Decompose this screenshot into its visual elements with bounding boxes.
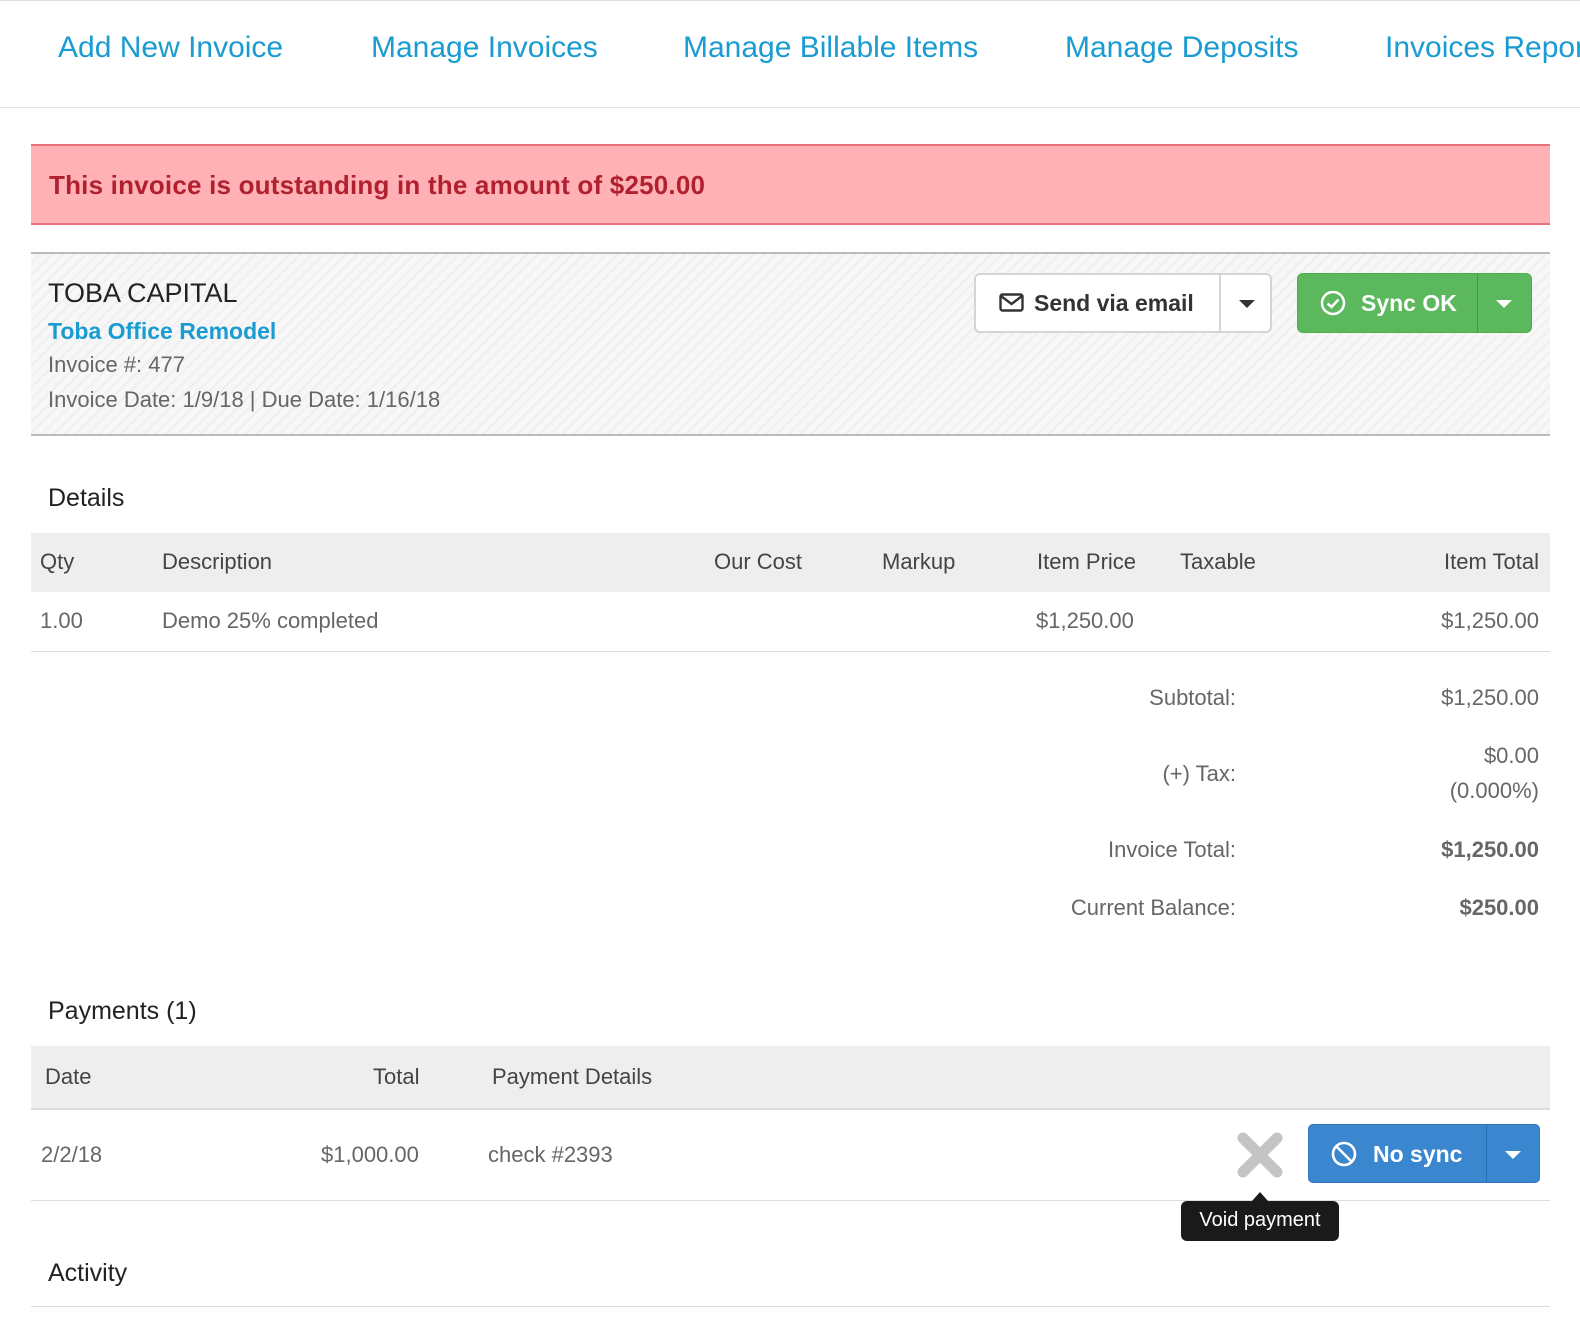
button-divider: [1486, 1125, 1487, 1182]
current-balance-value: $250.00: [1459, 895, 1539, 920]
button-divider: [1477, 274, 1478, 332]
tax-amount: $0.00: [1483, 743, 1539, 768]
details-title: Details: [48, 484, 125, 512]
divider: [31, 1306, 1550, 1307]
row-item-price: $1,250.00: [1036, 608, 1134, 633]
payment-date: 2/2/18: [41, 1142, 103, 1167]
row-item-total: $1,250.00: [1441, 608, 1539, 633]
nav-manage-invoices[interactable]: Manage Invoices: [371, 31, 598, 65]
ban-icon: [1331, 1141, 1357, 1167]
chevron-down-icon[interactable]: [1496, 300, 1512, 308]
col-item-price: Item Price: [1037, 549, 1137, 574]
invoice-number: Invoice #: 477: [48, 352, 185, 377]
send-email-split-button: Send via email: [974, 273, 1272, 333]
void-payment-tooltip: Void payment: [1181, 1201, 1339, 1241]
col-our-cost: Our Cost: [714, 549, 803, 574]
tax-rate: (0.000%): [1449, 778, 1539, 803]
no-sync-button[interactable]: No sync: [1308, 1124, 1540, 1183]
send-email-label: Send via email: [1034, 290, 1194, 316]
alert-text: This invoice is outstanding in the amoun…: [49, 170, 706, 200]
payments-table-header: Date Total Payment Details: [31, 1046, 1550, 1110]
client-name: TOBA CAPITAL: [48, 278, 238, 308]
no-sync-label: No sync: [1373, 1141, 1463, 1167]
send-email-dropdown-toggle[interactable]: [1221, 275, 1272, 331]
nav-invoices-reports[interactable]: Invoices Reports: [1385, 31, 1580, 65]
send-email-button[interactable]: Send via email: [976, 275, 1220, 331]
tax-label: (+) Tax:: [1162, 761, 1236, 786]
payments-title: Payments (1): [48, 997, 197, 1025]
invoice-total-value: $1,250.00: [1441, 837, 1539, 862]
col-markup: Markup: [882, 549, 956, 574]
activity-title: Activity: [48, 1259, 128, 1287]
col-date: Date: [45, 1064, 92, 1089]
nav-manage-deposits[interactable]: Manage Deposits: [1065, 31, 1298, 65]
payment-total: $1,000.00: [321, 1142, 419, 1167]
sync-ok-label: Sync OK: [1361, 290, 1457, 316]
close-icon[interactable]: [1234, 1130, 1286, 1180]
details-table-header: Qty Description Our Cost Markup Item Pri…: [31, 533, 1550, 592]
top-nav: Add New Invoice Manage Invoices Manage B…: [0, 0, 1580, 108]
table-row: 1.00 Demo 25% completed $1,250.00 $1,250…: [31, 592, 1550, 652]
check-circle-icon: [1320, 290, 1346, 316]
row-description: Demo 25% completed: [162, 608, 379, 633]
col-taxable: Taxable: [1180, 549, 1256, 574]
col-payment-details: Payment Details: [492, 1064, 653, 1089]
col-total: Total: [373, 1064, 420, 1089]
col-description: Description: [162, 549, 273, 574]
subtotal-value: $1,250.00: [1441, 685, 1539, 710]
invoice-header: TOBA CAPITAL Toba Office Remodel Invoice…: [31, 252, 1550, 436]
outstanding-alert: This invoice is outstanding in the amoun…: [31, 144, 1550, 225]
subtotal-label: Subtotal:: [1149, 685, 1236, 710]
col-item-total: Item Total: [1444, 549, 1539, 574]
nav-manage-billable-items[interactable]: Manage Billable Items: [683, 31, 978, 65]
invoice-total-label: Invoice Total:: [1107, 837, 1236, 862]
col-qty: Qty: [40, 549, 75, 574]
sync-ok-button[interactable]: Sync OK: [1297, 273, 1532, 333]
project-link[interactable]: Toba Office Remodel: [48, 318, 276, 345]
row-qty: 1.00: [40, 608, 83, 633]
nav-add-new-invoice[interactable]: Add New Invoice: [58, 31, 283, 65]
envelope-icon: [999, 293, 1024, 312]
payment-details: check #2393: [488, 1142, 613, 1167]
invoice-dates: Invoice Date: 1/9/18 | Due Date: 1/16/18: [48, 387, 441, 412]
chevron-down-icon: [1239, 300, 1255, 308]
tooltip-arrow: [1252, 1192, 1268, 1201]
current-balance-label: Current Balance:: [1070, 895, 1236, 920]
chevron-down-icon[interactable]: [1505, 1151, 1521, 1159]
tooltip-text: Void payment: [1199, 1209, 1321, 1231]
